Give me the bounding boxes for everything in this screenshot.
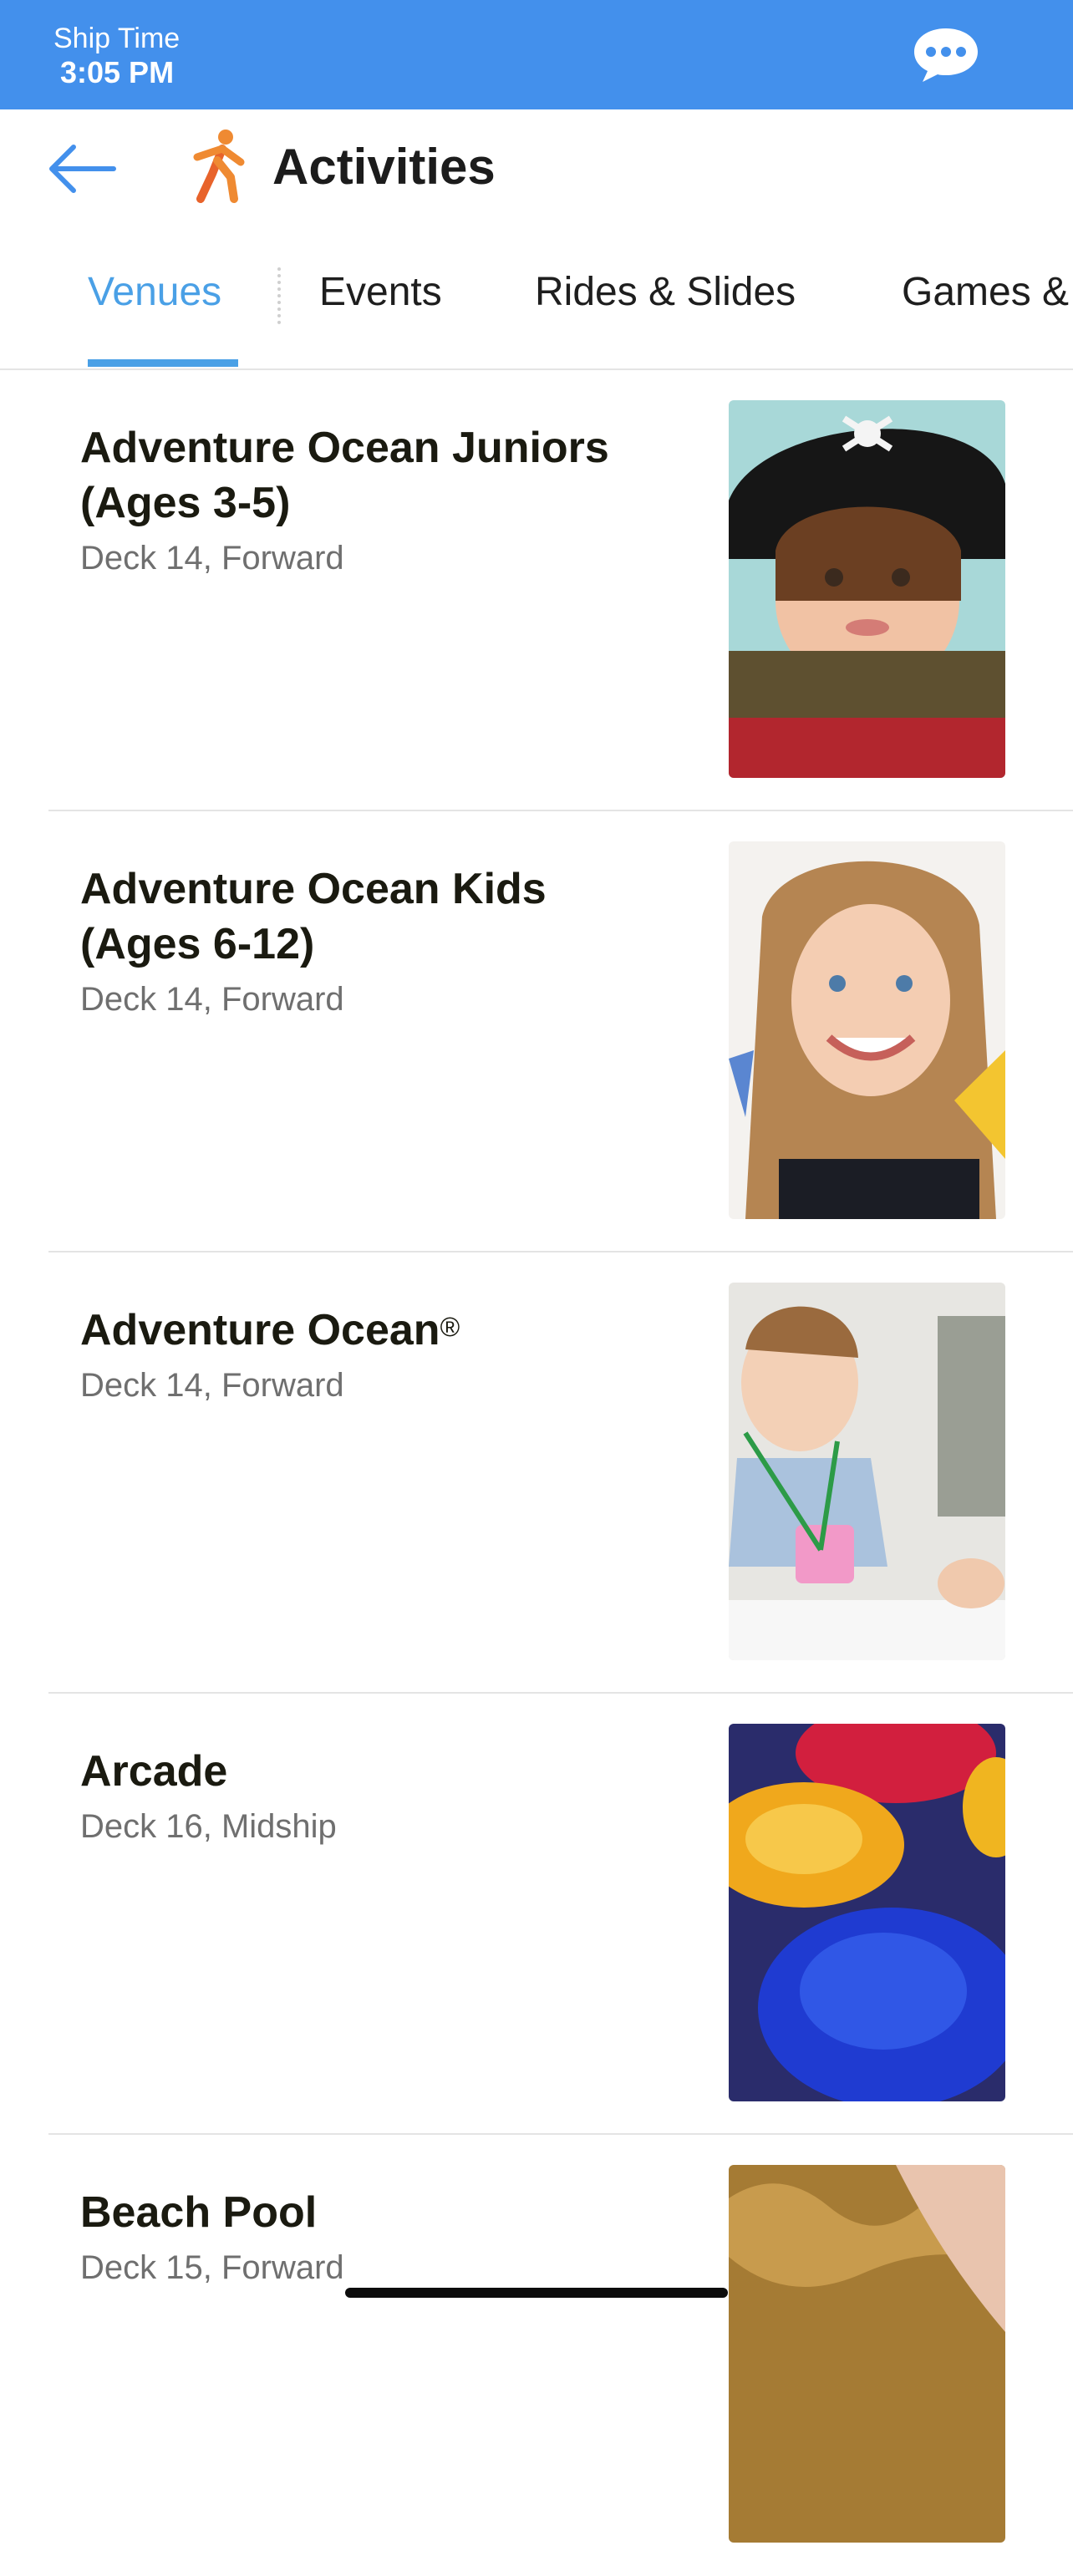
venue-card-arcade[interactable]: Arcade Deck 16, Midship bbox=[0, 1694, 1073, 2135]
page-header bbox=[0, 109, 1073, 233]
venue-title: Arcade bbox=[80, 1747, 228, 1796]
ship-time-value: 3:05 PM bbox=[60, 55, 175, 89]
venue-photo bbox=[729, 2165, 1005, 2543]
active-tab-indicator bbox=[88, 359, 238, 367]
venue-photo bbox=[729, 841, 1005, 1219]
venue-title: Adventure Ocean® bbox=[80, 1306, 460, 1354]
ship-time-bar: Ship Time 3:05 PM bbox=[0, 0, 1073, 109]
home-indicator[interactable] bbox=[345, 2288, 728, 2298]
tab-venues[interactable]: Venues bbox=[88, 267, 221, 318]
venue-card-adventure-ocean-kids[interactable]: Adventure Ocean Kids (Ages 6-12) Deck 14… bbox=[0, 811, 1073, 1252]
venue-location: Deck 14, Forward bbox=[80, 1367, 344, 1404]
venue-photo bbox=[729, 400, 1005, 778]
ship-time-label: Ship Time bbox=[53, 23, 181, 54]
tab-rides-slides[interactable]: Rides & Slides bbox=[535, 267, 796, 318]
venue-location: Deck 16, Midship bbox=[80, 1808, 337, 1845]
venue-title: Beach Pool bbox=[80, 2188, 318, 2237]
tab-events[interactable]: Events bbox=[319, 267, 442, 318]
venue-title: Adventure Ocean Juniors (Ages 3-5) bbox=[80, 424, 609, 527]
tab-separator bbox=[277, 267, 281, 324]
venue-title: Adventure Ocean Kids (Ages 6-12) bbox=[80, 865, 547, 968]
back-arrow-icon[interactable] bbox=[47, 139, 117, 199]
running-person-icon bbox=[189, 129, 247, 204]
venue-card-beach-pool[interactable]: Beach Pool Deck 15, Forward bbox=[0, 2135, 1073, 2576]
venue-location: Deck 15, Forward bbox=[80, 2249, 344, 2286]
venue-photo bbox=[729, 1283, 1005, 1660]
tab-games[interactable]: Games & bbox=[902, 267, 1069, 318]
venue-location: Deck 14, Forward bbox=[80, 540, 344, 577]
page-title: Activities bbox=[272, 139, 496, 195]
venue-card-adventure-ocean[interactable]: Adventure Ocean® Deck 14, Forward bbox=[0, 1252, 1073, 1694]
chat-bubble-icon[interactable] bbox=[909, 25, 983, 85]
venue-card-adventure-ocean-juniors[interactable]: Adventure Ocean Juniors (Ages 3-5) Deck … bbox=[0, 370, 1073, 811]
venue-location: Deck 14, Forward bbox=[80, 981, 344, 1018]
venue-photo bbox=[729, 1724, 1005, 2101]
category-tabs: Venues Events Rides & Slides Games & bbox=[0, 242, 1073, 369]
